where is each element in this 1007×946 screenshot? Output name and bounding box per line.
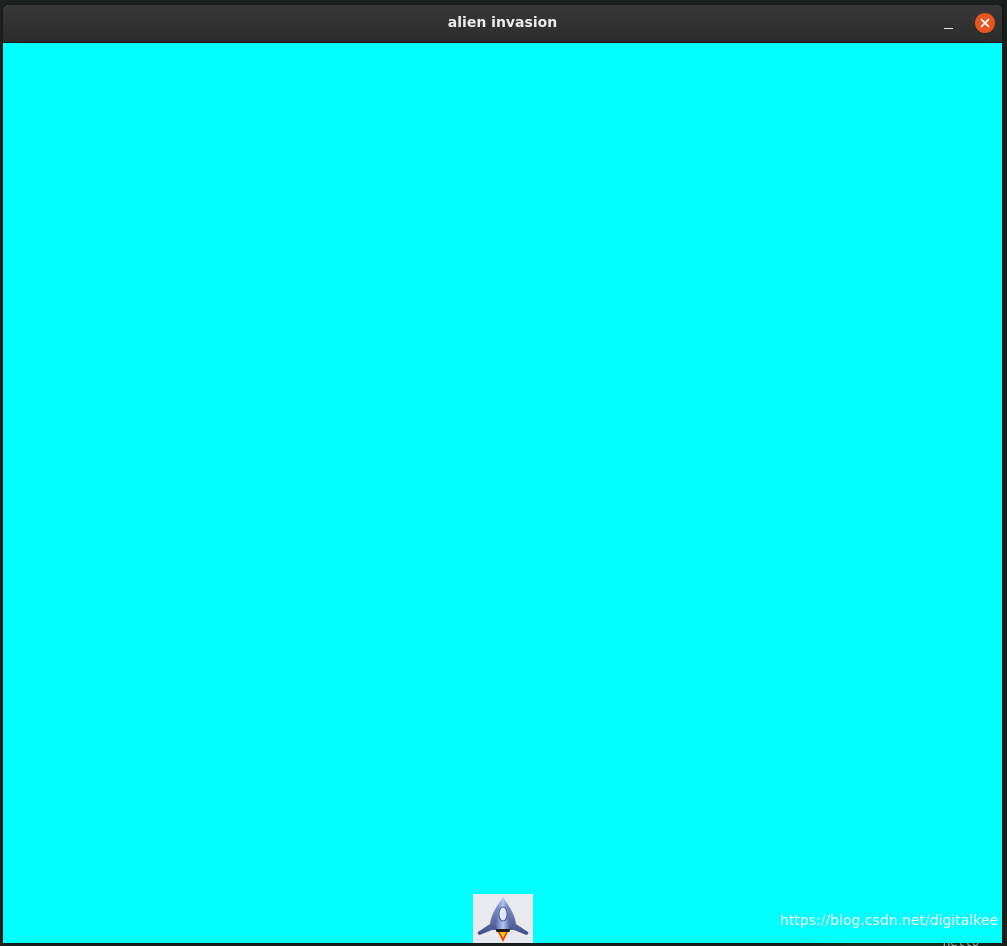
window-titlebar[interactable]: alien invasion bbox=[3, 5, 1002, 43]
window-title: alien invasion bbox=[447, 15, 558, 31]
game-canvas[interactable] bbox=[3, 43, 1002, 943]
close-button[interactable] bbox=[975, 13, 995, 33]
close-icon bbox=[980, 18, 990, 28]
minimize-icon bbox=[944, 28, 953, 29]
watermark-text: https://blog.csdn.net/digitalkee bbox=[780, 913, 999, 929]
rocket-ship-icon bbox=[473, 894, 533, 943]
game-window: alien invasion bbox=[3, 5, 1002, 943]
minimize-button[interactable] bbox=[939, 14, 959, 34]
